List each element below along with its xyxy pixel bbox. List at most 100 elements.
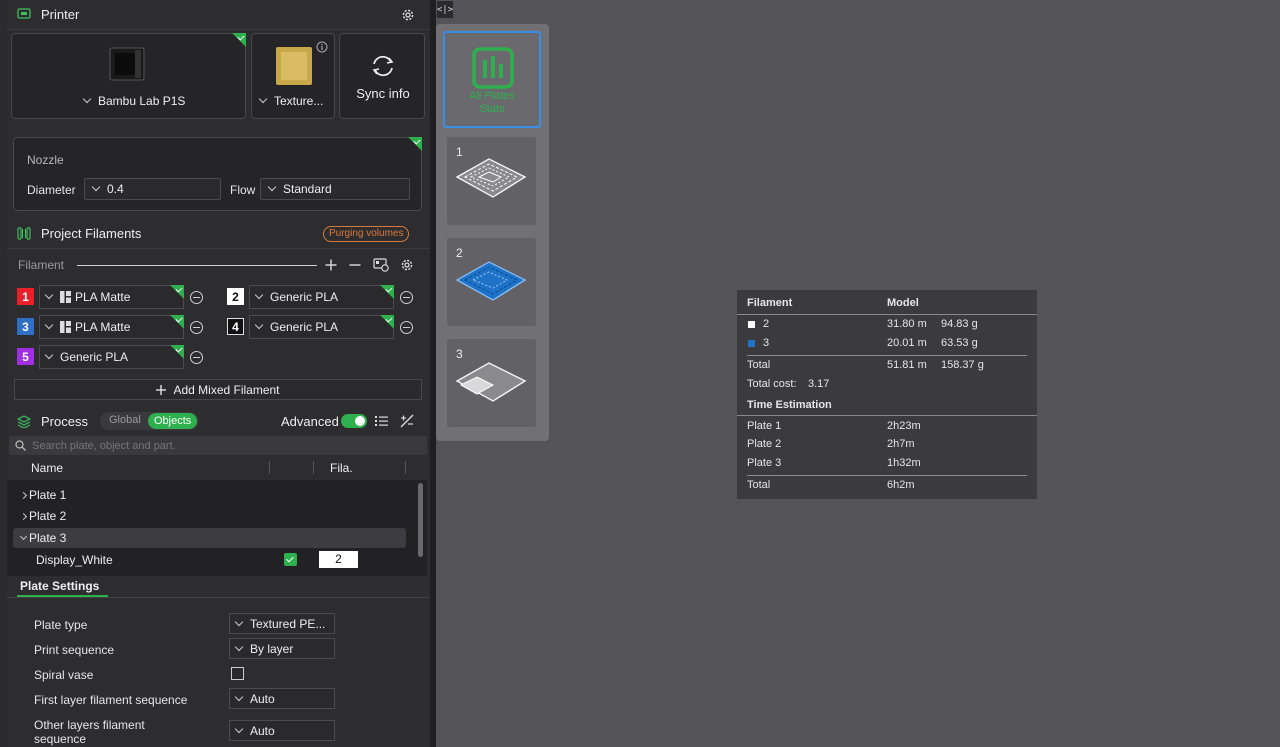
sync-info-button[interactable]: Sync info bbox=[339, 33, 425, 119]
filament-3-remove-icon[interactable] bbox=[190, 321, 203, 334]
time-plate-3-label: Plate 3 bbox=[747, 457, 782, 469]
plate-type-short-label: Texture... bbox=[274, 94, 324, 108]
filament-3-dropdown[interactable]: PLA Matte bbox=[39, 315, 184, 339]
object-printable-checkbox[interactable] bbox=[284, 553, 297, 566]
object-tree: Plate 1 Plate 2 Plate 3 Display_White 2 bbox=[7, 480, 427, 576]
remove-filament-minus-icon[interactable] bbox=[349, 259, 361, 271]
search-icon bbox=[15, 440, 26, 451]
info-icon[interactable] bbox=[316, 41, 328, 53]
plate-3-thumbnail[interactable]: 3 bbox=[447, 339, 536, 427]
tab-global[interactable]: Global bbox=[109, 414, 141, 426]
filament-5-number-badge[interactable]: 5 bbox=[17, 348, 34, 365]
add-filament-plus-icon[interactable] bbox=[325, 259, 337, 271]
filament-2-remove-icon[interactable] bbox=[400, 291, 413, 304]
expand-chevron-icon[interactable] bbox=[19, 491, 28, 499]
printer-icon bbox=[17, 8, 31, 19]
first-layer-sequence-value: Auto bbox=[250, 691, 275, 706]
tree-item-plate-2[interactable]: Plate 2 bbox=[19, 509, 66, 523]
plate-settings-panel: Plate Settings Plate type Textured PE...… bbox=[7, 576, 430, 747]
compare-settings-icon[interactable] bbox=[400, 414, 414, 428]
object-filament-badge[interactable]: 2 bbox=[319, 551, 358, 568]
other-layers-sequence-dropdown[interactable]: Auto bbox=[229, 720, 335, 741]
tree-item-label: Plate 1 bbox=[29, 488, 67, 502]
all-plates-stats-table: Filament Model 2 31.80 m 94.83 g 3 20.01… bbox=[737, 290, 1037, 499]
filament-2-name: Generic PLA bbox=[270, 290, 339, 304]
all-plates-stats-button[interactable]: All Plates Stats bbox=[443, 31, 541, 128]
plate-2-thumbnail[interactable]: 2 bbox=[447, 238, 536, 326]
flow-dropdown[interactable]: Standard bbox=[260, 178, 410, 200]
tab-objects[interactable]: Objects bbox=[148, 413, 198, 429]
column-name-header[interactable]: Name bbox=[31, 461, 63, 475]
filament-settings-gear-icon[interactable] bbox=[400, 258, 414, 272]
filament-3-check-corner bbox=[170, 315, 184, 329]
bambu-logo-icon bbox=[60, 321, 71, 333]
filament-3-number-badge[interactable]: 3 bbox=[17, 318, 34, 335]
filament-2-number-badge[interactable]: 2 bbox=[227, 288, 244, 305]
plate-1-thumbnail[interactable]: 1 bbox=[447, 137, 536, 225]
time-estimation-title: Time Estimation bbox=[747, 399, 832, 411]
collapse-sidebar-icon[interactable]: <|> bbox=[437, 1, 453, 18]
sync-icon bbox=[372, 55, 394, 77]
print-sequence-label: Print sequence bbox=[34, 643, 115, 657]
plate-1-model-icon bbox=[455, 158, 527, 198]
object-display-white[interactable]: Display_White bbox=[36, 553, 113, 567]
filament-5-remove-icon[interactable] bbox=[190, 351, 203, 364]
filament-2-swatch bbox=[748, 321, 755, 328]
add-mixed-filament-button[interactable]: Add Mixed Filament bbox=[14, 379, 422, 400]
filament-4-dropdown[interactable]: Generic PLA bbox=[249, 315, 394, 339]
filament-4-check-corner bbox=[380, 315, 394, 329]
filament-5-check-corner bbox=[170, 345, 184, 359]
plate-type-dropdown[interactable]: Textured PE... bbox=[229, 613, 335, 634]
printer-section-header[interactable]: Printer bbox=[7, 0, 430, 30]
collapse-chevron-icon[interactable] bbox=[19, 532, 28, 541]
printer-dropdown-chevron-icon bbox=[82, 94, 92, 104]
filament-4-remove-icon[interactable] bbox=[400, 321, 413, 334]
filament-subheader-label: Filament bbox=[18, 258, 65, 272]
purging-volumes-button[interactable]: Purging volumes bbox=[323, 226, 410, 242]
object-search-box[interactable] bbox=[9, 436, 427, 455]
nozzle-title: Nozzle bbox=[27, 153, 64, 167]
sidebar-panel: Printer Bambu Lab P1S Texture... Sync in… bbox=[7, 0, 430, 747]
stats-row-1-weight: 94.83 g bbox=[941, 318, 978, 330]
filament-2-dropdown[interactable]: Generic PLA bbox=[249, 285, 394, 309]
advanced-toggle-switch[interactable] bbox=[341, 414, 367, 428]
object-list-header: Name Fila. bbox=[7, 458, 427, 478]
stats-col-model: Model bbox=[887, 297, 919, 309]
time-plate-1-label: Plate 1 bbox=[747, 420, 782, 432]
object-search-input[interactable] bbox=[32, 439, 412, 452]
spiral-vase-checkbox[interactable] bbox=[231, 667, 244, 680]
stats-row-2-weight: 63.53 g bbox=[941, 337, 978, 349]
tree-scrollbar[interactable] bbox=[418, 483, 423, 557]
printer-image-icon bbox=[109, 47, 145, 81]
tree-item-plate-1[interactable]: Plate 1 bbox=[19, 488, 67, 502]
filament-sync-icon[interactable] bbox=[373, 257, 389, 272]
filaments-section-header[interactable]: Project Filaments Purging volumes bbox=[7, 219, 430, 249]
print-sequence-dropdown[interactable]: By layer bbox=[229, 638, 335, 659]
filament-5-chevron-icon bbox=[44, 350, 54, 360]
filament-5-dropdown[interactable]: Generic PLA bbox=[39, 345, 184, 369]
filament-1-number-badge[interactable]: 1 bbox=[17, 288, 34, 305]
bambu-logo-icon bbox=[60, 291, 71, 303]
filament-4-number-badge[interactable]: 4 bbox=[227, 318, 244, 335]
expand-chevron-icon[interactable] bbox=[19, 512, 28, 520]
column-fila-header[interactable]: Fila. bbox=[330, 461, 353, 475]
plate-settings-tab[interactable]: Plate Settings bbox=[20, 579, 99, 593]
list-view-icon[interactable] bbox=[375, 415, 388, 427]
diameter-dropdown[interactable]: 0.4 bbox=[84, 178, 221, 200]
tree-item-plate-3[interactable]: Plate 3 bbox=[13, 528, 406, 548]
process-section-header[interactable]: Process Global Objects Advanced bbox=[7, 406, 430, 436]
plate-2-model-icon bbox=[455, 261, 527, 301]
filament-1-remove-icon[interactable] bbox=[190, 291, 203, 304]
add-mixed-filament-label: Add Mixed Filament bbox=[173, 382, 280, 397]
stats-col-filament: Filament bbox=[747, 297, 793, 309]
filament-1-dropdown[interactable]: PLA Matte bbox=[39, 285, 184, 309]
advanced-label: Advanced bbox=[281, 414, 339, 429]
filament-1-chevron-icon bbox=[44, 290, 54, 300]
first-layer-sequence-dropdown[interactable]: Auto bbox=[229, 688, 335, 709]
plate-type-card[interactable]: Texture... bbox=[251, 33, 335, 119]
other-layers-chevron-icon bbox=[234, 724, 244, 733]
first-layer-sequence-label: First layer filament sequence bbox=[34, 693, 188, 707]
global-objects-toggle[interactable]: Global Objects bbox=[100, 412, 199, 430]
printer-model-card[interactable]: Bambu Lab P1S bbox=[11, 33, 246, 119]
printer-settings-gear-icon[interactable] bbox=[401, 8, 415, 22]
